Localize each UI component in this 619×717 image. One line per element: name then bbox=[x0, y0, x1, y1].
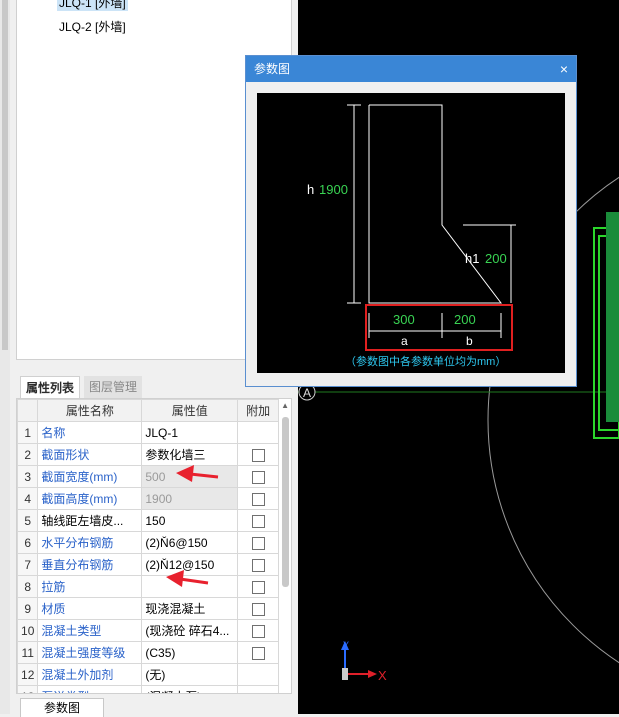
parameter-drawing: h 1900 h1 200 300 200 a b （参数图中各参数单位均为mm… bbox=[257, 93, 565, 373]
parameter-drawing-svg: h 1900 h1 200 300 200 a b （参数图中各参数单位均为mm… bbox=[307, 104, 516, 368]
dialog-titlebar[interactable]: 参数图 × bbox=[246, 56, 576, 82]
dim-h1-value: 200 bbox=[485, 251, 507, 266]
axis-bubble-label: A bbox=[303, 386, 311, 400]
dim-h-label: h bbox=[307, 182, 314, 197]
unit-note: （参数图中各参数单位均为mm） bbox=[345, 354, 506, 368]
wall-profile bbox=[368, 104, 503, 304]
highlight-box bbox=[365, 304, 513, 351]
wall-fill[interactable] bbox=[606, 212, 619, 422]
dim-a-value: 300 bbox=[393, 312, 415, 327]
dim-b-label: b bbox=[466, 334, 473, 348]
dim-a-label: a bbox=[401, 334, 408, 348]
close-icon[interactable]: × bbox=[560, 56, 568, 82]
parameter-diagram-dialog: 参数图 × h 1900 h1 200 300 200 a b （参数图中各参数… bbox=[245, 55, 577, 387]
dim-b-value: 200 bbox=[454, 312, 476, 327]
ucs-x-label: X bbox=[378, 668, 387, 683]
dim-h1-label: h1 bbox=[465, 251, 479, 266]
ucs-y-label: Y bbox=[343, 640, 349, 650]
dim-h-value: 1900 bbox=[319, 182, 348, 197]
dialog-title: 参数图 bbox=[254, 62, 291, 76]
arrow-row8 bbox=[166, 570, 209, 587]
arrow-row3 bbox=[176, 465, 219, 482]
